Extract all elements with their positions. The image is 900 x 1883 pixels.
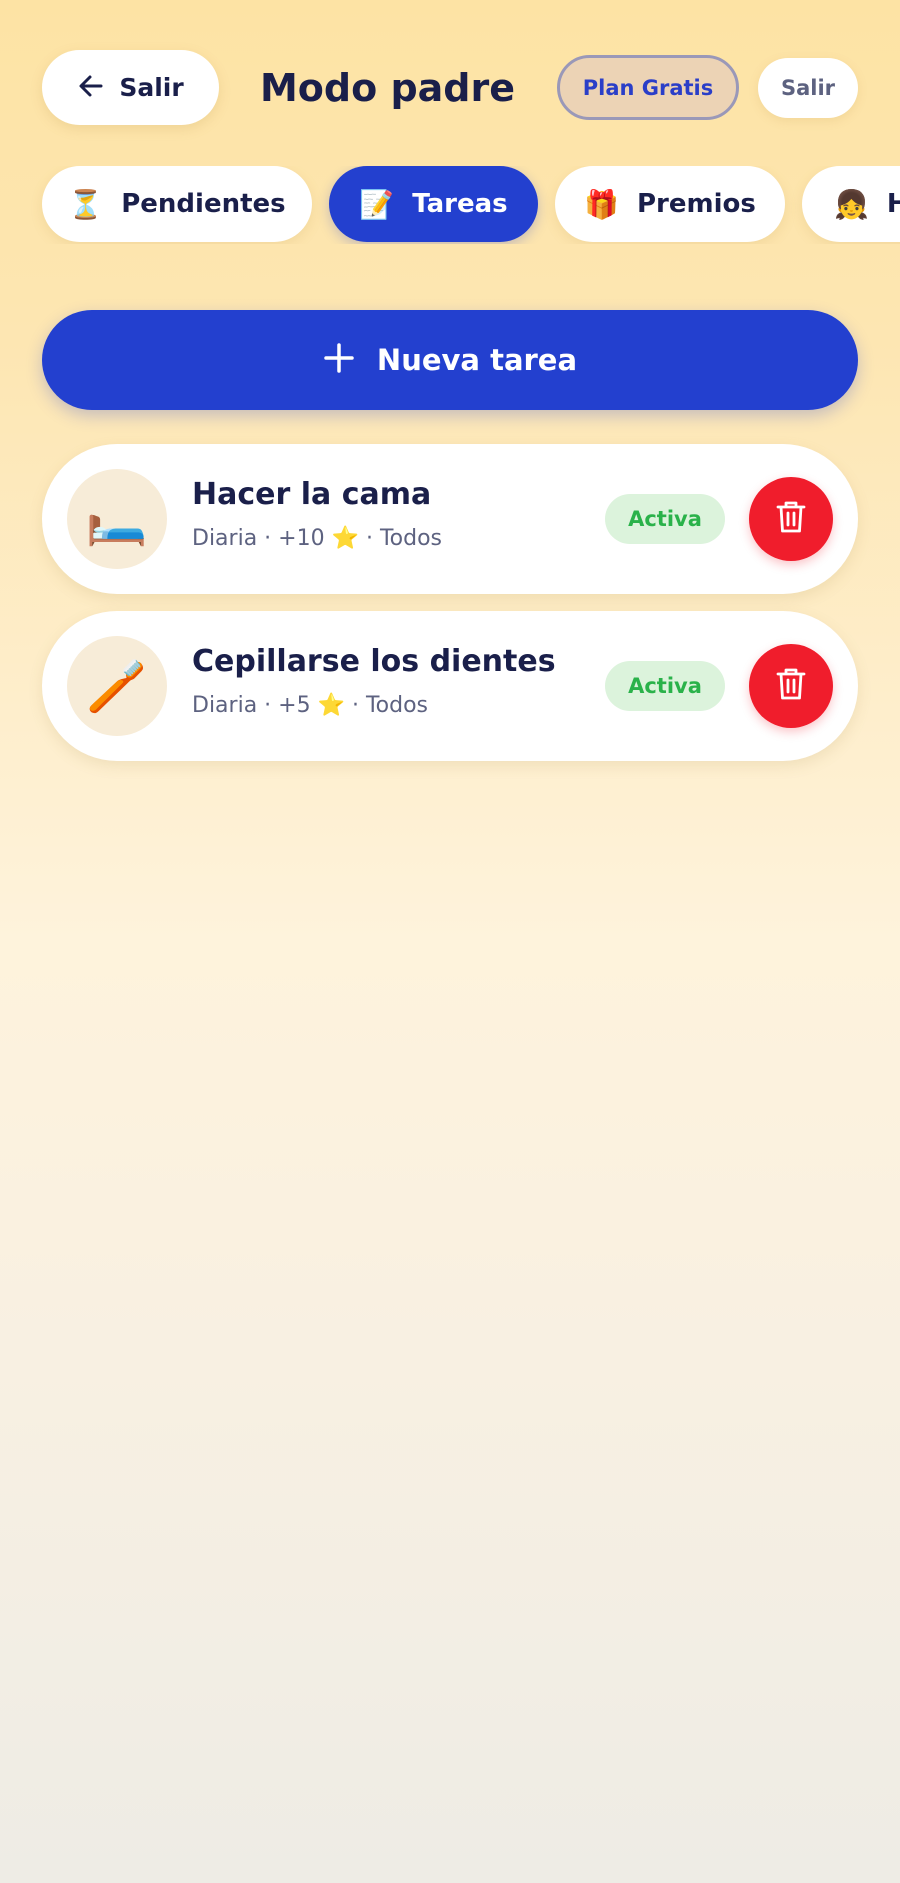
tab-premios[interactable]: 🎁 Premios [555, 166, 785, 242]
plus-icon [323, 342, 355, 378]
tab-pendientes[interactable]: ⏳ Pendientes [42, 166, 312, 242]
girl-icon: 👧 [834, 187, 869, 221]
memo-icon: 📝 [359, 187, 395, 221]
delete-button[interactable] [749, 477, 833, 561]
tab-hijos[interactable]: 👧 H [802, 166, 900, 242]
back-button[interactable]: Salir [42, 50, 219, 125]
arrow-left-icon [77, 72, 105, 104]
gift-icon: 🎁 [584, 187, 619, 221]
plan-button[interactable]: Plan Gratis [557, 55, 739, 120]
new-task-button[interactable]: Nueva tarea [42, 310, 858, 410]
tab-label: Premios [637, 189, 756, 219]
task-meta: Diaria · +5 ⭐ · Todos [192, 693, 428, 718]
status-badge[interactable]: Activa [605, 661, 725, 711]
tab-label: H [886, 189, 900, 219]
app-header: Salir Modo padre Plan Gratis Salir [0, 0, 900, 175]
back-button-label: Salir [119, 73, 184, 102]
tab-label: Tareas [412, 189, 508, 219]
exit-button[interactable]: Salir [758, 58, 858, 118]
page-title: Modo padre [259, 66, 515, 110]
tab-tareas[interactable]: 📝 Tareas [329, 166, 538, 242]
delete-button[interactable] [749, 644, 833, 728]
trash-icon [774, 666, 808, 706]
toothbrush-icon: 🪥 [67, 636, 167, 736]
task-card[interactable]: 🪥 Cepillarse los dientes Diaria · +5 ⭐ ·… [42, 611, 858, 761]
hourglass-icon: ⏳ [68, 187, 104, 221]
tab-bar: ⏳ Pendientes 📝 Tareas 🎁 Premios 👧 H [0, 166, 900, 244]
task-meta: Diaria · +10 ⭐ · Todos [192, 526, 442, 551]
new-task-label: Nueva tarea [376, 343, 578, 377]
status-badge[interactable]: Activa [605, 494, 725, 544]
task-name: Cepillarse los dientes [192, 644, 556, 679]
trash-icon [774, 499, 808, 539]
task-name: Hacer la cama [192, 477, 432, 512]
tab-label: Pendientes [121, 189, 286, 219]
bed-icon: 🛏️ [67, 469, 167, 569]
task-card[interactable]: 🛏️ Hacer la cama Diaria · +10 ⭐ · Todos … [42, 444, 858, 594]
